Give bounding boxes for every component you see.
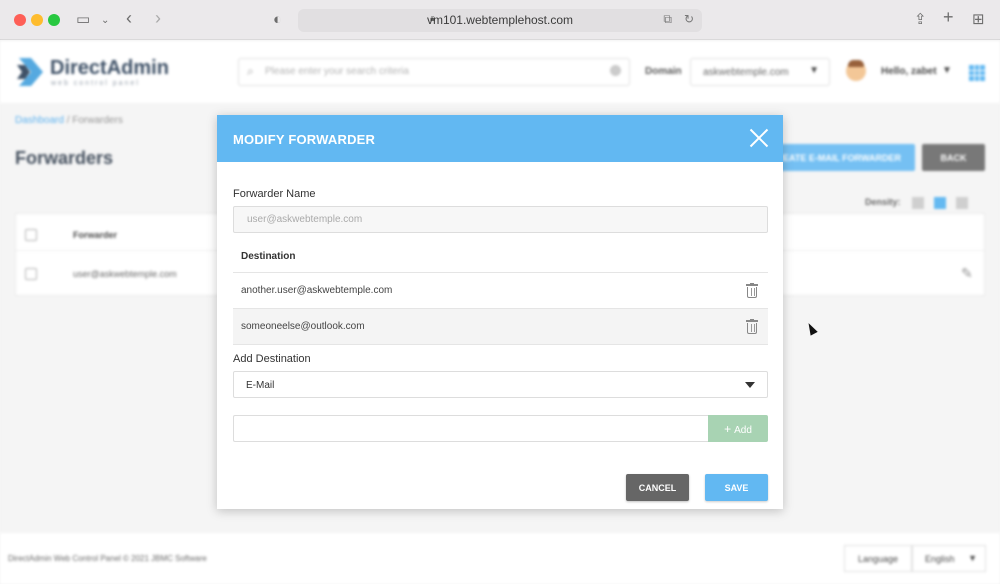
shield-icon[interactable]: ◐ bbox=[273, 10, 282, 30]
modify-forwarder-dialog: MODIFY FORWARDER Forwarder Name user@ask… bbox=[217, 115, 783, 509]
list-item: another.user@askwebtemple.com bbox=[233, 273, 768, 309]
forwarder-name-field[interactable]: user@askwebtemple.com bbox=[233, 206, 768, 233]
forward-arrow-icon[interactable]: › bbox=[155, 8, 161, 28]
destination-header: Destination bbox=[241, 251, 296, 262]
address-bar[interactable]: 🔒︎ vm101.webtemplehost.com ⧉ ↻ bbox=[298, 9, 702, 32]
forwarder-name-placeholder: user@askwebtemple.com bbox=[247, 214, 363, 225]
url-text: vm101.webtemplehost.com bbox=[426, 13, 574, 27]
chevron-down-icon[interactable]: ⌄ bbox=[101, 11, 109, 31]
add-button-label: Add bbox=[734, 425, 752, 436]
browser-toolbar: ▭ ⌄ ‹ › ◐ 🔒︎ vm101.webtemplehost.com ⧉ ↻… bbox=[0, 0, 1000, 40]
close-window-button[interactable] bbox=[14, 14, 26, 26]
delete-destination-trash-icon[interactable] bbox=[746, 283, 758, 298]
share-icon[interactable]: ⇪ bbox=[914, 10, 927, 30]
back-arrow-icon[interactable]: ‹ bbox=[126, 8, 132, 28]
destination-type-value: E-Mail bbox=[246, 380, 275, 391]
add-destination-label: Add Destination bbox=[233, 353, 311, 365]
minimize-window-button[interactable] bbox=[31, 14, 43, 26]
destination-email: another.user@askwebtemple.com bbox=[241, 285, 393, 296]
close-icon[interactable] bbox=[749, 128, 769, 148]
caret-down-icon bbox=[745, 382, 755, 388]
plus-icon: + bbox=[724, 422, 732, 436]
delete-destination-trash-icon[interactable] bbox=[746, 319, 758, 334]
sidebar-toggle-icon[interactable]: ▭ bbox=[76, 10, 90, 30]
destination-email-input[interactable] bbox=[233, 415, 708, 442]
new-tab-icon[interactable]: + bbox=[943, 7, 954, 27]
tab-overview-icon[interactable]: ⊞ bbox=[972, 10, 985, 30]
reload-icon[interactable]: ↻ bbox=[684, 12, 694, 26]
zoom-window-button[interactable] bbox=[48, 14, 60, 26]
add-destination-button[interactable]: + Add bbox=[708, 415, 768, 442]
cancel-button[interactable]: CANCEL bbox=[626, 474, 689, 501]
save-button[interactable]: SAVE bbox=[705, 474, 768, 501]
dialog-title: MODIFY FORWARDER bbox=[233, 132, 376, 147]
dialog-header: MODIFY FORWARDER bbox=[217, 115, 783, 162]
forwarder-name-label: Forwarder Name bbox=[233, 188, 316, 200]
destination-email: someoneelse@outlook.com bbox=[241, 321, 365, 332]
translate-icon[interactable]: ⧉ bbox=[663, 12, 672, 27]
list-item: someoneelse@outlook.com bbox=[233, 309, 768, 345]
destination-type-select[interactable]: E-Mail bbox=[233, 371, 768, 398]
divider bbox=[233, 344, 768, 345]
